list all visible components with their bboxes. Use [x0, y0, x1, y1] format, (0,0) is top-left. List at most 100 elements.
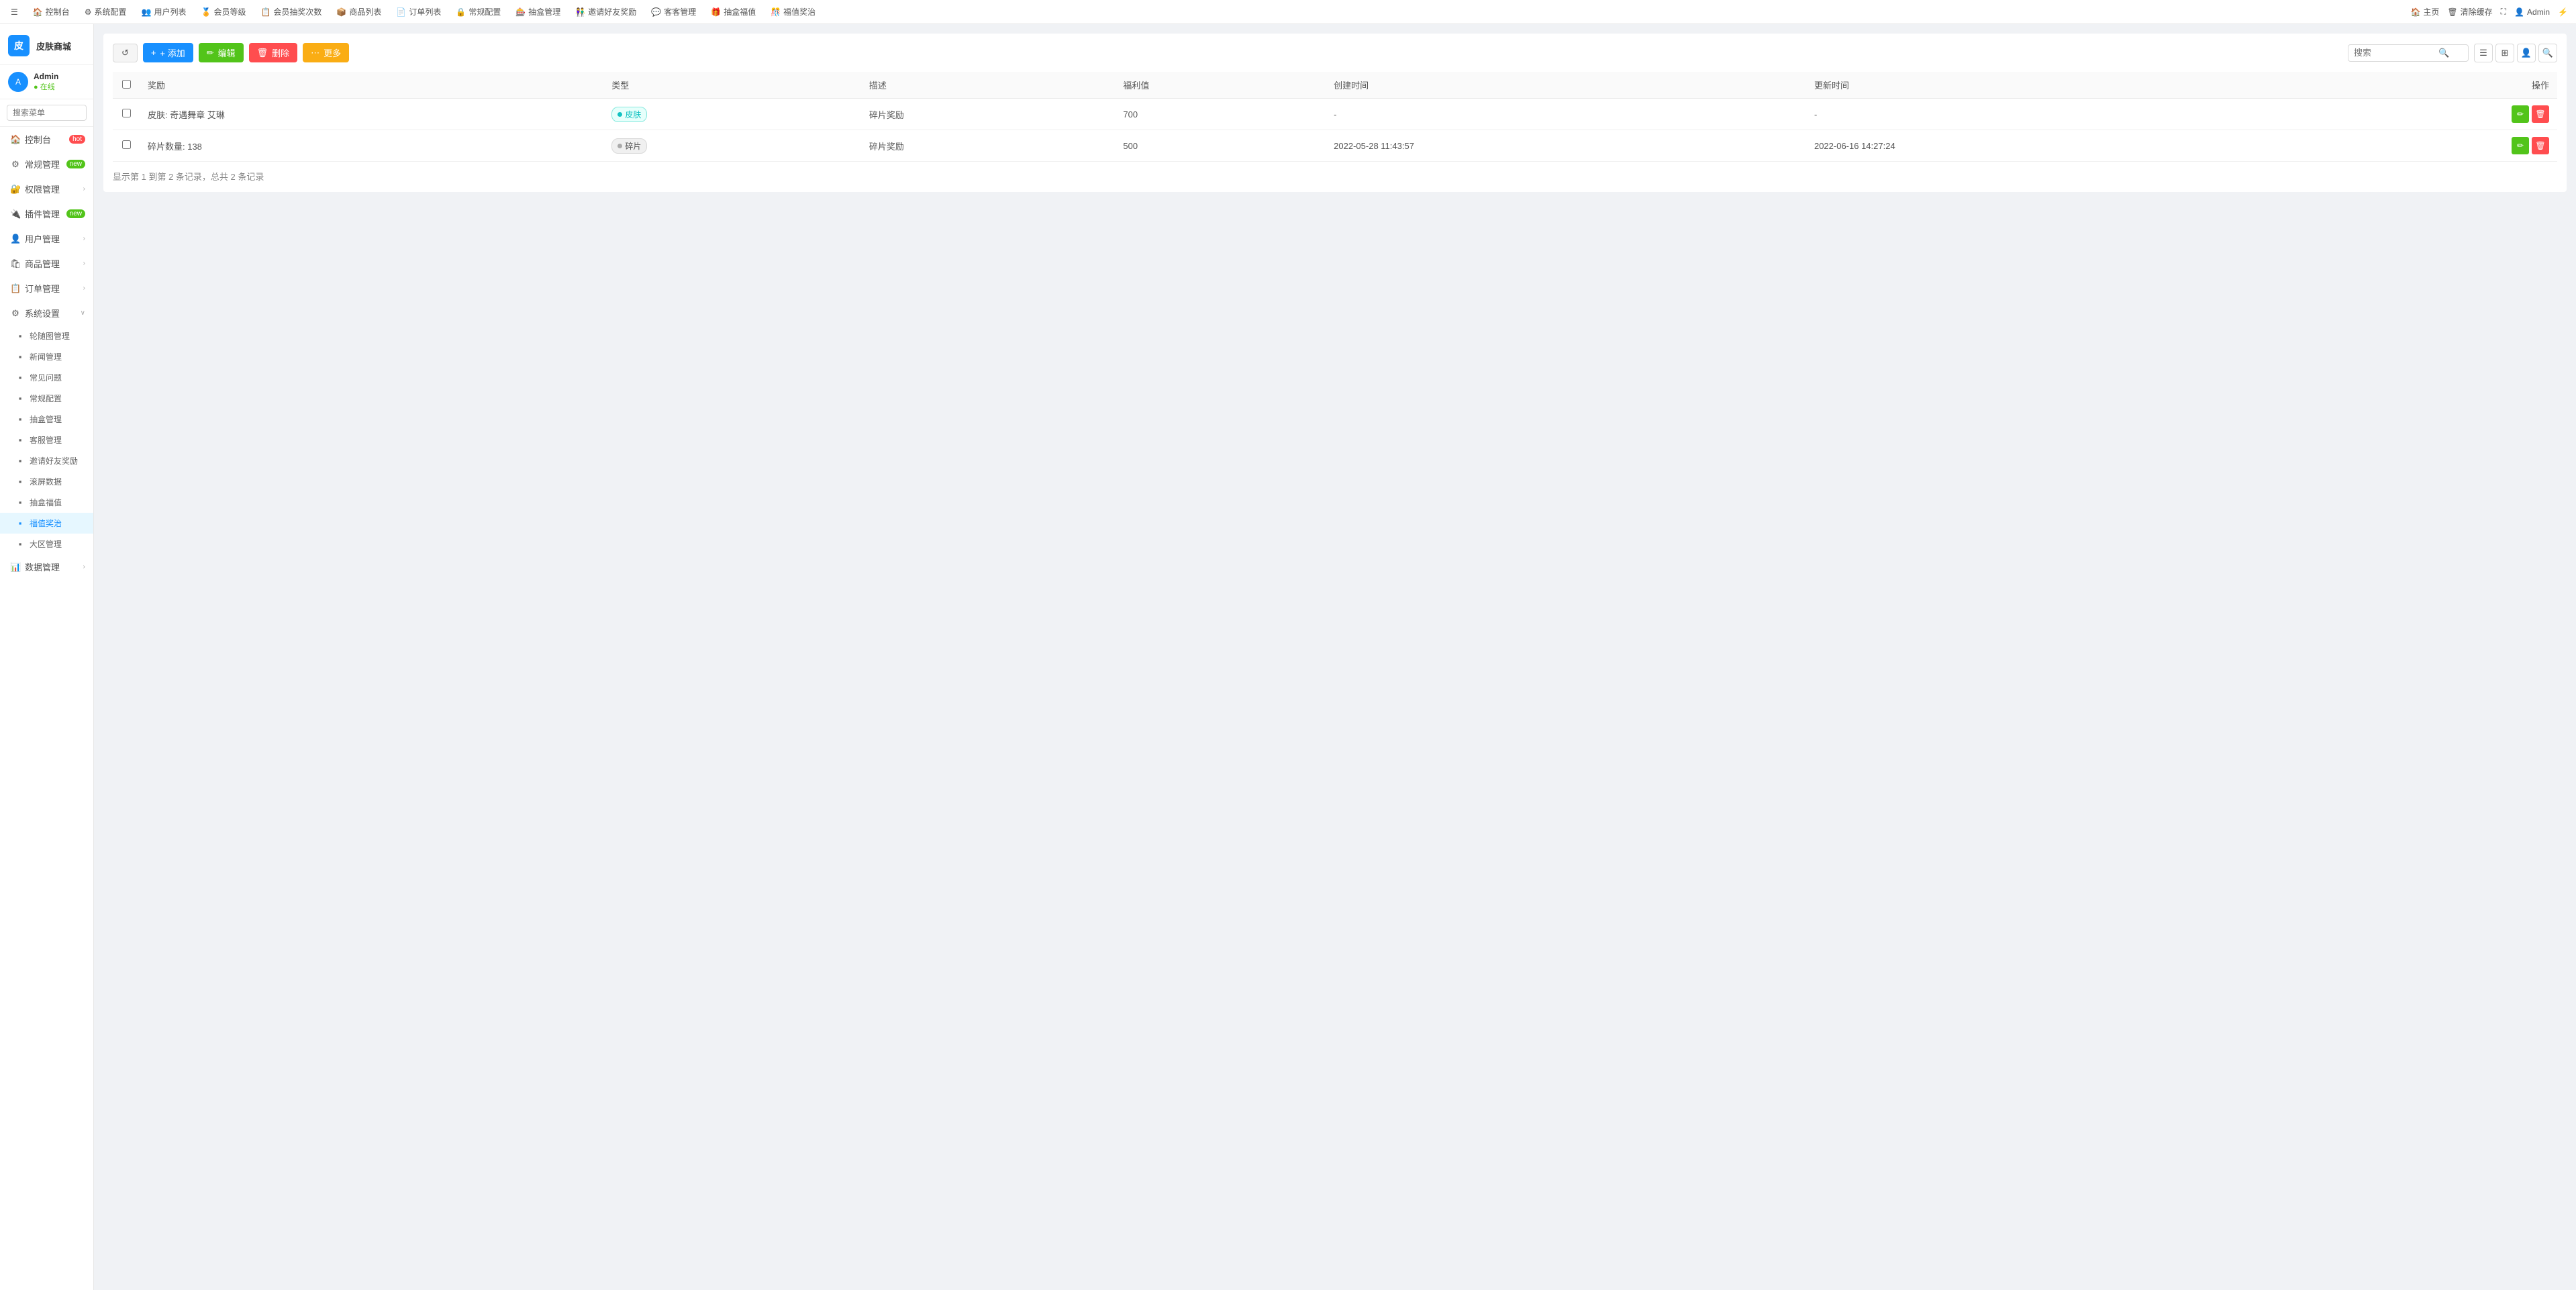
row-checkbox-1[interactable]	[122, 109, 131, 117]
data-icon: 📊	[10, 562, 21, 573]
customer-icon: ▪	[15, 435, 26, 445]
lottery-value-icon: ▪	[15, 497, 26, 507]
sidebar-item-product-manage[interactable]: 🛍 商品管理 ›	[0, 251, 93, 276]
table-header-row: 奖励 类型 描述 福利值 创建时间 更新时间 操作	[113, 72, 2557, 99]
top-nav-left: ☰ 🏠 控制台 ⚙ 系统配置 👥 用户列表 🏅 会员等级 📋 会员抽奖次数 📦 …	[8, 5, 2410, 19]
sidebar-header: 皮 皮肤商城	[0, 24, 93, 65]
search-view-button[interactable]: 🔍	[2538, 44, 2557, 62]
top-nav-user-list[interactable]: 👥 用户列表	[139, 5, 189, 19]
user-view-button[interactable]: 👤	[2517, 44, 2536, 62]
top-nav-system-config[interactable]: ⚙ 系统配置	[82, 5, 130, 19]
row-checkbox-2[interactable]	[122, 140, 131, 149]
top-nav-invite-friend[interactable]: 👫 邀请好友奖励	[573, 5, 639, 19]
sidebar-subitem-invite-reward[interactable]: ▪ 邀请好友奖励	[0, 450, 93, 471]
sidebar-subitem-lottery-manage[interactable]: ▪ 抽盒管理	[0, 409, 93, 430]
edit-button[interactable]: ✏ 编辑	[199, 43, 244, 62]
order-arrow-icon: ›	[83, 285, 85, 292]
sidebar-item-permission-manage[interactable]: 🔐 权限管理 ›	[0, 177, 93, 201]
th-action: 操作	[2290, 72, 2557, 99]
sidebar-subitem-scroll-data[interactable]: ▪ 滚屏数据	[0, 471, 93, 492]
top-nav-member-level[interactable]: 🏅 会员等级	[198, 5, 248, 19]
sidebar-subitem-region-manage[interactable]: ▪ 大区管理	[0, 534, 93, 554]
select-all-checkbox[interactable]	[122, 80, 131, 89]
table-footer: 显示第 1 到第 2 条记录，总共 2 条记录	[113, 170, 2557, 183]
edit-row-2-button[interactable]: ✏	[2512, 137, 2529, 154]
top-nav-lottery[interactable]: 🎰 抽盒管理	[513, 5, 563, 19]
sidebar-brand-name: 皮肤商城	[36, 40, 71, 52]
table-row: 皮肤: 奇遇舞章 艾琳 皮肤 碎片奖励	[113, 99, 2557, 130]
sidebar-subitem-faq[interactable]: ▪ 常见问题	[0, 367, 93, 388]
delete-button[interactable]: 🗑 删除	[249, 43, 298, 62]
sidebar-item-user-manage[interactable]: 👤 用户管理 ›	[0, 226, 93, 251]
sidebar-item-dashboard[interactable]: 🏠 控制台 hot	[0, 127, 93, 152]
add-icon: +	[151, 48, 156, 58]
search-icon[interactable]: 🔍	[2438, 48, 2449, 58]
system-arrow-icon: ∨	[81, 309, 85, 317]
regular-manage-icon: ⚙	[10, 159, 21, 170]
sidebar-subitem-carousel[interactable]: ▪ 轮随图管理	[0, 326, 93, 346]
top-nav: ☰ 🏠 控制台 ⚙ 系统配置 👥 用户列表 🏅 会员等级 📋 会员抽奖次数 📦 …	[0, 0, 2576, 24]
top-nav-dashboard[interactable]: 🏠 控制台	[30, 5, 72, 19]
user-icon: 👤	[10, 234, 21, 244]
table-header: 奖励 类型 描述 福利值 创建时间 更新时间 操作	[113, 72, 2557, 99]
sidebar: 皮 皮肤商城 A Admin ● 在线 🏠 控制台 hot ⚙ 常	[0, 24, 94, 1290]
data-table: 奖励 类型 描述 福利值 创建时间 更新时间 操作	[113, 72, 2557, 162]
top-nav-fullscreen[interactable]: ⛶	[2501, 7, 2506, 17]
top-nav-clear-cache[interactable]: 🗑 清除缓存	[2447, 6, 2492, 17]
sidebar-item-regular-manage[interactable]: ⚙ 常规管理 new	[0, 152, 93, 177]
sidebar-logo: 皮	[8, 35, 30, 56]
td-description-1: 碎片奖励	[861, 99, 1116, 130]
grid-view-button[interactable]: ⊞	[2495, 44, 2514, 62]
top-nav-logout[interactable]: ⚡	[2558, 7, 2568, 17]
td-type-2: 碎片	[603, 130, 861, 162]
delete-row-2-button[interactable]: 🗑	[2532, 137, 2549, 154]
top-nav-admin[interactable]: 👤 Admin	[2514, 7, 2550, 17]
refresh-button[interactable]: ↺	[113, 44, 138, 62]
user-info: Admin ● 在线	[34, 72, 58, 92]
top-nav-permission-config[interactable]: 🔒 常规配置	[453, 5, 503, 19]
type-dot-2	[617, 144, 622, 148]
sidebar-item-system-settings[interactable]: ⚙ 系统设置 ∨	[0, 301, 93, 326]
top-nav-home-link[interactable]: 🏠 主页	[2410, 6, 2439, 17]
sidebar-subitem-regular-config[interactable]: ▪ 常规配置	[0, 388, 93, 409]
order-icon: 📋	[10, 283, 21, 294]
th-reward: 奖励	[140, 72, 603, 99]
online-badge: ● 在线	[34, 81, 58, 92]
list-view-button[interactable]: ☰	[2474, 44, 2493, 62]
table-row: 碎片数量: 138 碎片 碎片奖励	[113, 130, 2557, 162]
welfare-reward-icon: ▪	[15, 518, 26, 528]
sidebar-subitem-news[interactable]: ▪ 新闻管理	[0, 346, 93, 367]
user-arrow-icon: ›	[83, 235, 85, 242]
sidebar-subitem-welfare-reward[interactable]: ▪ 福值奖治	[0, 513, 93, 534]
sidebar-search-input[interactable]	[7, 105, 87, 121]
type-tag-2: 碎片	[611, 138, 647, 154]
top-nav-hamburger[interactable]: ☰	[8, 6, 21, 18]
top-nav-order-list[interactable]: 📄 订单列表	[393, 5, 444, 19]
avatar: A	[8, 72, 28, 92]
sidebar-item-plugin-manage[interactable]: 🔌 插件管理 new	[0, 201, 93, 226]
edit-row-1-button[interactable]: ✏	[2512, 105, 2529, 123]
plugin-icon: 🔌	[10, 209, 21, 219]
action-buttons-2: ✏ 🗑	[2298, 137, 2549, 154]
sidebar-item-data-manage[interactable]: 📊 数据管理 ›	[0, 554, 93, 579]
permission-arrow-icon: ›	[83, 185, 85, 193]
action-buttons-1: ✏ 🗑	[2298, 105, 2549, 123]
top-nav-product-list[interactable]: 📦 商品列表	[334, 5, 384, 19]
main-content: ↺ + + 添加 ✏ 编辑 🗑 删除 ⋯	[94, 24, 2576, 1290]
delete-row-1-button[interactable]: 🗑	[2532, 105, 2549, 123]
th-welfare-value: 福利值	[1115, 72, 1326, 99]
sidebar-subitem-lottery-value[interactable]: ▪ 抽盒福值	[0, 492, 93, 513]
td-reward-1: 皮肤: 奇遇舞章 艾琳	[140, 99, 603, 130]
top-nav-lottery-value[interactable]: 🎁 抽盒福值	[708, 5, 758, 19]
top-nav-welfare-reward[interactable]: 🎊 福值奖治	[768, 5, 818, 19]
td-updated-2: 2022-06-16 14:27:24	[1806, 130, 2290, 162]
top-nav-member-count[interactable]: 📋 会员抽奖次数	[258, 5, 324, 19]
add-button[interactable]: + + 添加	[143, 43, 193, 62]
sidebar-item-order-manage[interactable]: 📋 订单管理 ›	[0, 276, 93, 301]
top-nav-customer-service[interactable]: 💬 客客管理	[648, 5, 699, 19]
permission-icon: 🔐	[10, 184, 21, 195]
search-input[interactable]	[2354, 48, 2434, 58]
more-button[interactable]: ⋯ 更多	[303, 43, 349, 62]
sidebar-search-container	[0, 99, 93, 127]
sidebar-subitem-customer-manage[interactable]: ▪ 客服管理	[0, 430, 93, 450]
